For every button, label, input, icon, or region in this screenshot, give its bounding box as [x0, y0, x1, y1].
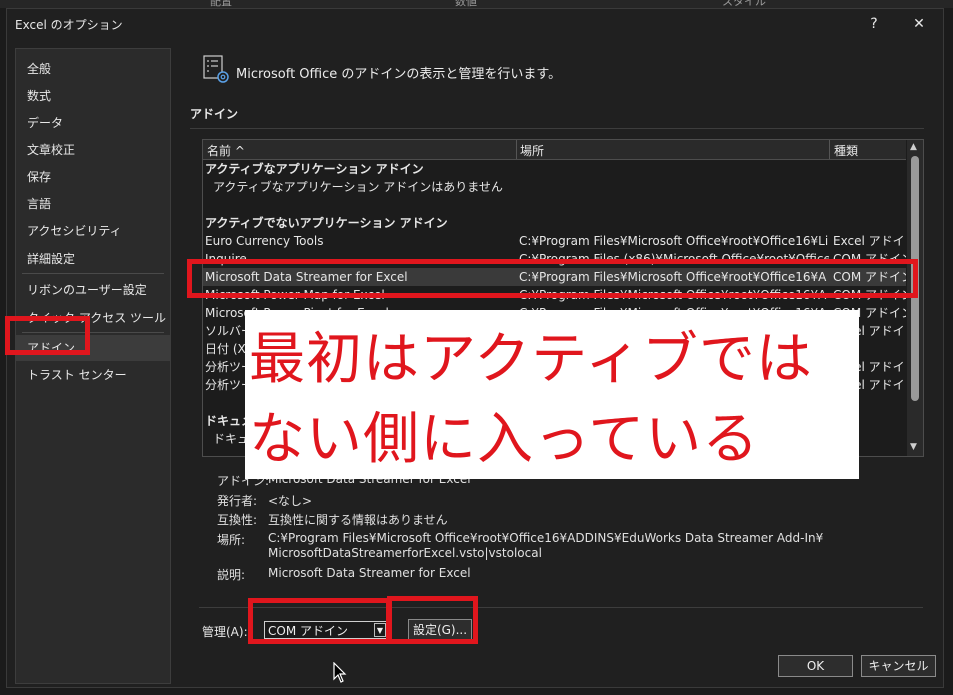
- scroll-up-icon[interactable]: ▲: [910, 142, 917, 152]
- section-divider: [190, 128, 924, 129]
- row-name: アクティブなアプリケーション アドインはありません: [213, 180, 503, 194]
- row-type: Excel アドイン: [833, 234, 906, 248]
- column-header-type[interactable]: 種類: [834, 142, 858, 159]
- background-excel-strip: 配置 数値 スタイル: [0, 0, 953, 8]
- scroll-down-icon[interactable]: ▼: [910, 442, 917, 452]
- list-scrollbar[interactable]: ▲ ▼: [907, 140, 923, 456]
- behind-tab-label: スタイル: [722, 0, 766, 8]
- sidebar-item-language[interactable]: 言語: [16, 191, 170, 217]
- detail-publisher-label: 発行者:: [217, 494, 258, 508]
- list-row[interactable]: Euro Currency Tools C:¥Program Files¥Micr…: [203, 232, 906, 250]
- list-row[interactable]: [203, 196, 906, 214]
- cancel-button[interactable]: キャンセル: [861, 655, 936, 677]
- sidebar-item-customize-ribbon[interactable]: リボンのユーザー設定: [16, 277, 170, 303]
- manage-label: 管理(A):: [202, 625, 248, 639]
- detail-location-value: C:¥Program Files¥Microsoft Office¥root¥O…: [268, 531, 824, 545]
- dialog-title: Excel のオプション: [15, 18, 123, 32]
- help-button[interactable]: ?: [859, 11, 889, 37]
- annotation-line-2: ない側に入っている: [249, 407, 760, 472]
- sidebar-item-accessibility[interactable]: アクセシビリティ: [16, 218, 170, 244]
- list-header: 名前 ^ 場所 種類: [203, 140, 906, 160]
- mouse-pointer-icon: [333, 662, 347, 683]
- addins-manage-icon: [203, 55, 229, 83]
- list-row[interactable]: アクティブなアプリケーション アドインはありません: [203, 178, 906, 196]
- column-divider[interactable]: [829, 140, 830, 159]
- panel-description: Microsoft Office のアドインの表示と管理を行います。: [236, 67, 562, 82]
- highlight-box-selected-row: [187, 259, 918, 298]
- behind-tab-label: 数値: [455, 0, 477, 8]
- sidebar-divider: [22, 273, 164, 274]
- category-sidebar: 全般 数式 データ 文章校正 保存 言語 アクセシビリティ 詳細設定 リボンのユ…: [15, 48, 171, 684]
- highlight-box-manage-select: [248, 598, 391, 644]
- annotation-callout: 最初はアクティブでは ない側に入っている: [245, 310, 859, 479]
- sidebar-item-proofing[interactable]: 文章校正: [16, 137, 170, 163]
- column-header-location[interactable]: 場所: [520, 142, 544, 159]
- row-name: アクティブでないアプリケーション アドイン: [205, 216, 448, 230]
- detail-compat-label: 互換性:: [217, 513, 258, 527]
- detail-publisher-value: <なし>: [268, 494, 313, 508]
- detail-desc-label: 説明:: [217, 568, 246, 582]
- highlight-box-addins-nav: [5, 316, 90, 355]
- sidebar-item-data[interactable]: データ: [16, 110, 170, 136]
- sidebar-item-advanced[interactable]: 詳細設定: [16, 246, 170, 272]
- title-bar: Excel のオプション ? ✕: [7, 9, 943, 39]
- sidebar-item-save[interactable]: 保存: [16, 164, 170, 190]
- detail-location-value-cont: MicrosoftDataStreamerforExcel.vsto|vstol…: [268, 546, 542, 560]
- detail-desc-value: Microsoft Data Streamer for Excel: [268, 566, 471, 580]
- sidebar-item-trust-center[interactable]: トラスト センター: [16, 362, 170, 388]
- behind-tab-label: 配置: [210, 0, 232, 8]
- sidebar-item-general[interactable]: 全般: [16, 56, 170, 82]
- section-heading: アドイン: [190, 107, 239, 121]
- row-location: C:¥Program Files¥Microsoft Office¥root¥O…: [519, 234, 829, 248]
- list-row[interactable]: アクティブなアプリケーション アドイン: [203, 160, 906, 178]
- ok-button[interactable]: OK: [778, 655, 853, 677]
- row-name: アクティブなアプリケーション アドイン: [205, 162, 424, 176]
- row-name: Euro Currency Tools: [205, 234, 324, 248]
- sidebar-item-formulas[interactable]: 数式: [16, 83, 170, 109]
- column-divider[interactable]: [516, 140, 517, 159]
- detail-compat-value: 互換性に関する情報はありません: [268, 513, 448, 527]
- list-row[interactable]: アクティブでないアプリケーション アドイン: [203, 214, 906, 232]
- annotation-line-1: 最初はアクティブでは: [249, 327, 813, 392]
- highlight-box-go-button: [387, 596, 478, 644]
- detail-location-label: 場所:: [217, 533, 246, 547]
- close-button[interactable]: ✕: [904, 11, 934, 37]
- column-header-name[interactable]: 名前 ^: [207, 142, 245, 159]
